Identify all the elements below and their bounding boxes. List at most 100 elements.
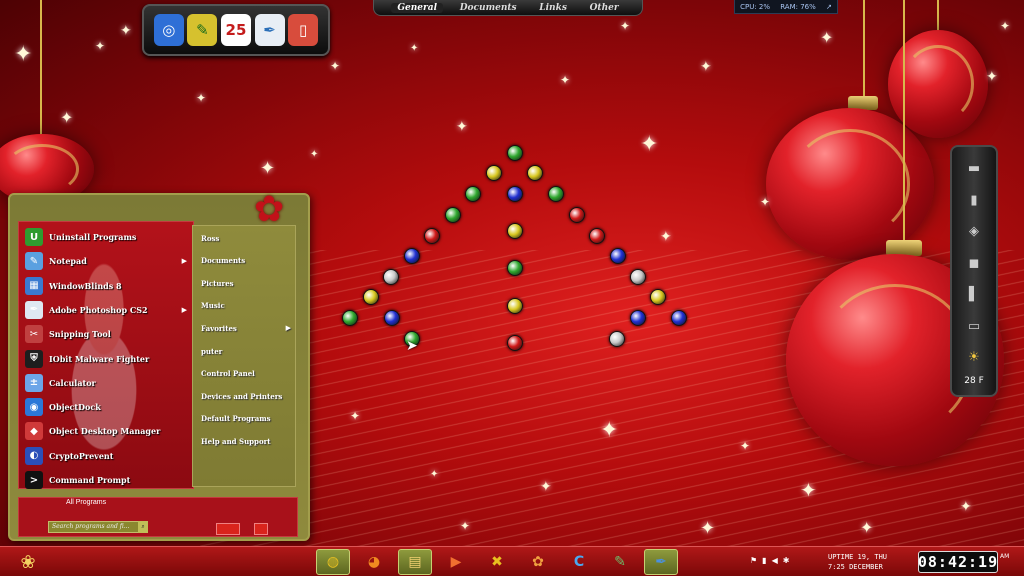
place-item-favorites[interactable]: Favorites ▶: [201, 320, 293, 336]
shield-icon: ⛨: [25, 349, 43, 368]
program-item[interactable]: ◆ Object Desktop Manager: [25, 420, 193, 442]
program-item[interactable]: ± Calculator: [25, 372, 193, 394]
program-label: CryptoPrevent: [49, 450, 114, 461]
sparkle-star: ✦: [196, 91, 207, 105]
program-item[interactable]: ⛨ IObit Malware Fighter: [25, 348, 193, 370]
volume-icon[interactable]: ◀: [772, 556, 778, 565]
place-item-devices-and-printers[interactable]: Devices and Printers: [201, 388, 293, 404]
place-label: Documents: [201, 256, 246, 266]
expand-arrow-icon[interactable]: ↗: [826, 3, 832, 11]
device-icon[interactable]: ◼: [961, 250, 987, 276]
light-bulb: [424, 228, 440, 244]
right-dock: ▬ ▮ ◈ ◼ ▌ ▭ ☀ 28 F: [950, 145, 998, 397]
sparkle-star: ✦: [260, 158, 276, 179]
programs-pane: U Uninstall Programs ✎ Notepad ▶ ▦ WindowBlind…: [18, 221, 194, 489]
clock-ampm: AM: [1000, 553, 1010, 560]
program-item[interactable]: ✎ Notepad ▶: [25, 250, 193, 272]
firefox-icon[interactable]: ◕: [357, 549, 391, 575]
place-item-puter[interactable]: puter: [201, 343, 293, 359]
sparkle-star: ✦: [760, 195, 771, 209]
window-frame-icon[interactable]: ▯: [288, 14, 319, 46]
search-input[interactable]: Search programs and fi...: [48, 521, 148, 533]
sparkle-star: ✦: [330, 59, 341, 73]
tower-icon[interactable]: ▌: [961, 282, 987, 308]
light-bulb: [507, 298, 523, 314]
light-bulb: [589, 228, 605, 244]
weather-temperature: 28 F: [964, 376, 984, 387]
chrome-icon[interactable]: ◍: [316, 549, 350, 575]
feather-pen-icon[interactable]: ✒: [254, 14, 285, 46]
program-item[interactable]: ◐ CryptoPrevent: [25, 445, 193, 467]
file-explorer-icon[interactable]: ▤: [398, 549, 432, 575]
uninstall-icon: U: [25, 228, 43, 246]
paint-icon[interactable]: ✿: [521, 549, 555, 575]
place-item-default-programs[interactable]: Default Programs: [201, 411, 293, 427]
monitor-icon[interactable]: ▬: [961, 156, 987, 182]
light-bulb: [486, 165, 502, 181]
light-bulb: [507, 260, 523, 276]
paint-bucket-icon[interactable]: ✎: [187, 14, 218, 46]
nav-tab-links[interactable]: Links: [533, 3, 573, 13]
start-button[interactable]: ❀: [8, 550, 48, 574]
objectdock-icon: ◉: [25, 398, 43, 417]
light-bulb: [569, 207, 585, 223]
shutdown-options-button[interactable]: [254, 523, 268, 535]
cube-box-icon[interactable]: ◈: [961, 219, 987, 245]
notepad-task-icon[interactable]: ✎: [603, 549, 637, 575]
place-item-music[interactable]: Music: [201, 298, 293, 314]
program-item[interactable]: ◉ ObjectDock: [25, 396, 193, 418]
place-label: Default Programs: [201, 414, 271, 424]
sparkle-star: ✦: [700, 59, 712, 75]
light-bulb: [507, 145, 523, 161]
ccleaner-icon[interactable]: C: [562, 549, 596, 575]
place-item-documents[interactable]: Documents: [201, 253, 293, 269]
light-bulb: [671, 310, 687, 326]
place-label: Devices and Printers: [201, 391, 283, 401]
light-bulb: [527, 165, 543, 181]
taskbar: ❀ ◍ ◕ ▤ ▶ ✖ ✿ C ✎ ✒ ⚑ ▮ ◀ ✱ UPTIME 19, THU 7:25 …: [0, 546, 1024, 576]
sparkle-star: ✦: [120, 23, 132, 39]
light-bulb: [363, 289, 379, 305]
nav-tab-documents[interactable]: Documents: [454, 3, 523, 13]
program-item[interactable]: ✒ Adobe Photoshop CS2 ▶: [25, 299, 193, 321]
network-icon[interactable]: ▮: [762, 556, 766, 565]
sparkle-star: ✦: [986, 69, 998, 85]
recycle-bin-icon[interactable]: ▭: [961, 313, 987, 339]
media-player-icon[interactable]: ▶: [439, 549, 473, 575]
google-earth-icon[interactable]: ◎: [153, 14, 184, 46]
program-item[interactable]: ▦ WindowBlinds 8: [25, 275, 193, 297]
sparkle-star: ✦: [540, 479, 552, 495]
ribbon-bow-icon: ✿: [254, 189, 285, 230]
nav-tab-other[interactable]: Other: [584, 3, 625, 13]
place-item-ross[interactable]: Ross: [201, 230, 293, 246]
cube-icon: ◆: [25, 422, 43, 441]
program-label: Uninstall Programs: [49, 232, 137, 242]
sparkle-star: ✦: [600, 418, 619, 443]
program-label: Notepad: [49, 256, 87, 267]
tools-icon[interactable]: ✖: [480, 549, 514, 575]
clock[interactable]: 08:42:19: [918, 551, 998, 573]
calendar-icon[interactable]: 25: [220, 14, 251, 46]
place-label: Ross: [201, 233, 220, 243]
program-item[interactable]: U Uninstall Programs: [25, 226, 193, 248]
program-label: ObjectDock: [49, 402, 101, 413]
sparkle-star: ✦: [430, 469, 439, 480]
places-pane: Ross Documents Pictures Music Favorites ▶ pute…: [192, 225, 296, 487]
place-item-pictures[interactable]: Pictures: [201, 275, 293, 291]
usb-drive-icon[interactable]: ▮: [961, 187, 987, 213]
ornament-string: [863, 0, 865, 110]
search-icon[interactable]: ⌕: [138, 521, 148, 533]
sparkle-star: ✦: [410, 43, 419, 54]
nav-tab-general[interactable]: General: [391, 2, 444, 13]
all-programs-link[interactable]: All Programs: [66, 499, 106, 506]
weather-sun-icon[interactable]: ☀: [961, 345, 987, 371]
flag-icon[interactable]: ⚑: [750, 556, 757, 565]
sparkle-star: ✦: [460, 519, 471, 533]
bluetooth-icon[interactable]: ✱: [783, 556, 790, 565]
program-item[interactable]: > Command Prompt: [25, 469, 193, 491]
program-item[interactable]: ✂ Snipping Tool: [25, 323, 193, 345]
place-item-control-panel[interactable]: Control Panel: [201, 366, 293, 382]
place-item-help-and-support[interactable]: Help and Support: [201, 433, 293, 449]
shutdown-button[interactable]: [216, 523, 240, 535]
feather-task-icon[interactable]: ✒: [644, 549, 678, 575]
